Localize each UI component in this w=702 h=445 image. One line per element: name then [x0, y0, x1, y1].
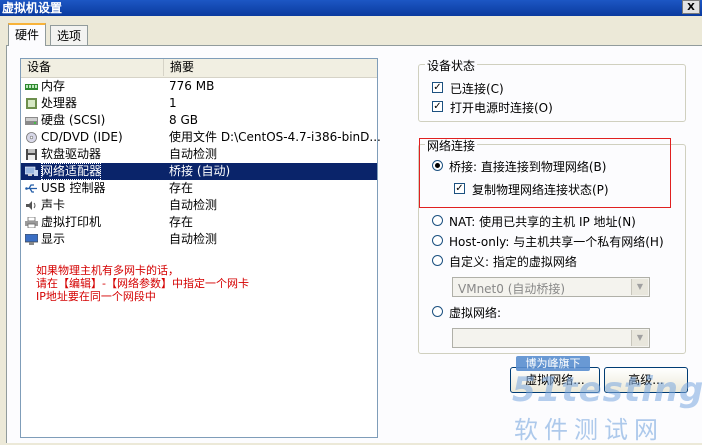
connected-label[interactable]: 已连接(C): [450, 80, 504, 97]
device-status-legend: 设备状态: [425, 57, 478, 74]
column-header-summary[interactable]: 摘要: [164, 59, 377, 76]
device-summary: 存在: [169, 215, 194, 229]
device-list[interactable]: 设备 摘要 内存 776 MB 处理器 1 硬盘 (SCSI) 8 GB CD/…: [20, 58, 381, 438]
tab-options[interactable]: 选项: [50, 25, 89, 45]
lan-segment-label[interactable]: 虚拟网络:: [449, 304, 501, 321]
device-row-memory[interactable]: 内存 776 MB: [21, 78, 377, 95]
custom-vmnet-select[interactable]: VMnet0 (自动桥接) ▼: [452, 277, 650, 297]
connect-at-power-on-checkbox[interactable]: ✓: [432, 101, 443, 112]
watermark-cn: 软件测试网: [514, 416, 664, 444]
tab-hardware[interactable]: 硬件: [8, 23, 47, 46]
device-name: 虚拟打印机: [41, 215, 102, 229]
lan-segment-select[interactable]: ▼: [452, 328, 650, 348]
memory-icon: [25, 84, 38, 90]
device-row-harddisk[interactable]: 硬盘 (SCSI) 8 GB: [21, 112, 377, 129]
annotation-line-1: 如果物理主机有多网卡的话，: [36, 264, 179, 277]
highlight-box: [419, 138, 671, 208]
display-icon: [25, 234, 38, 245]
harddisk-icon: [25, 117, 38, 125]
device-row-floppy[interactable]: 软盘驱动器 自动检测: [21, 146, 377, 163]
custom-label[interactable]: 自定义: 指定的虚拟网络: [449, 253, 577, 270]
title-bar: 虚拟机设置 X: [0, 0, 702, 16]
close-button[interactable]: X: [682, 0, 700, 14]
connected-checkbox[interactable]: ✓: [432, 82, 443, 93]
device-name: 处理器: [41, 96, 78, 110]
hostonly-label[interactable]: Host-only: 与主机共享一个私有网络(H): [449, 233, 664, 250]
column-header-device[interactable]: 设备: [21, 59, 164, 76]
sound-icon: [26, 201, 36, 210]
device-name: 硬盘 (SCSI): [41, 113, 106, 127]
watermark-brand: 51testing: [512, 370, 702, 410]
device-summary: 8 GB: [169, 113, 198, 127]
floppy-icon: [26, 149, 37, 160]
window-title: 虚拟机设置: [2, 1, 63, 15]
device-name: CD/DVD (IDE): [41, 130, 123, 144]
device-summary: 桥接 (自动): [169, 164, 231, 178]
hostonly-radio[interactable]: [432, 235, 443, 246]
device-row-display[interactable]: 显示 自动检测: [21, 231, 377, 248]
annotation-line-2: 请在【编辑】-【网络参数】中指定一个网卡: [36, 277, 249, 290]
device-name: 软盘驱动器: [41, 147, 102, 161]
device-row-printer[interactable]: 虚拟打印机 存在: [21, 214, 377, 231]
device-list-header: 设备 摘要: [21, 59, 377, 78]
device-summary: 自动检测: [169, 147, 218, 161]
nat-radio[interactable]: [432, 215, 443, 226]
connect-at-power-on-label[interactable]: 打开电源时连接(O): [450, 99, 553, 116]
device-name: 网络适配器: [41, 163, 102, 180]
device-name: USB 控制器: [41, 181, 106, 195]
custom-vmnet-value: VMnet0 (自动桥接): [458, 282, 566, 296]
watermark-badge: 博为峰旗下: [516, 356, 590, 371]
device-summary: 存在: [169, 181, 194, 195]
device-row-sound[interactable]: 声卡 自动检测: [21, 197, 377, 214]
device-summary: 自动检测: [169, 232, 218, 246]
custom-radio[interactable]: [432, 255, 443, 266]
cpu-icon: [26, 98, 37, 109]
device-summary: 776 MB: [169, 79, 215, 93]
device-row-processor[interactable]: 处理器 1: [21, 95, 377, 112]
cdrom-icon: [26, 132, 37, 143]
device-row-cdrom[interactable]: CD/DVD (IDE) 使用文件 D:\CentOS-4.7-i386-bin…: [21, 129, 381, 146]
lan-segment-radio[interactable]: [432, 306, 443, 317]
printer-icon: [25, 217, 38, 228]
device-name: 声卡: [41, 198, 66, 212]
device-summary: 自动检测: [169, 198, 218, 212]
annotation-line-3: IP地址要在同一个网段中: [36, 290, 156, 303]
device-name: 显示: [41, 232, 66, 246]
nat-label[interactable]: NAT: 使用已共享的主机 IP 地址(N): [449, 213, 636, 230]
device-name: 内存: [41, 79, 66, 93]
device-row-usb[interactable]: USB 控制器 存在: [21, 180, 377, 197]
chevron-down-icon: ▼: [631, 279, 648, 295]
usb-icon: [25, 184, 37, 193]
device-row-network-adapter[interactable]: 网络适配器 桥接 (自动): [21, 163, 377, 180]
chevron-down-icon: ▼: [631, 330, 648, 346]
device-summary: 使用文件 D:\CentOS-4.7-i386-binD...: [169, 130, 381, 144]
network-adapter-icon: [25, 166, 38, 176]
device-summary: 1: [169, 96, 177, 110]
